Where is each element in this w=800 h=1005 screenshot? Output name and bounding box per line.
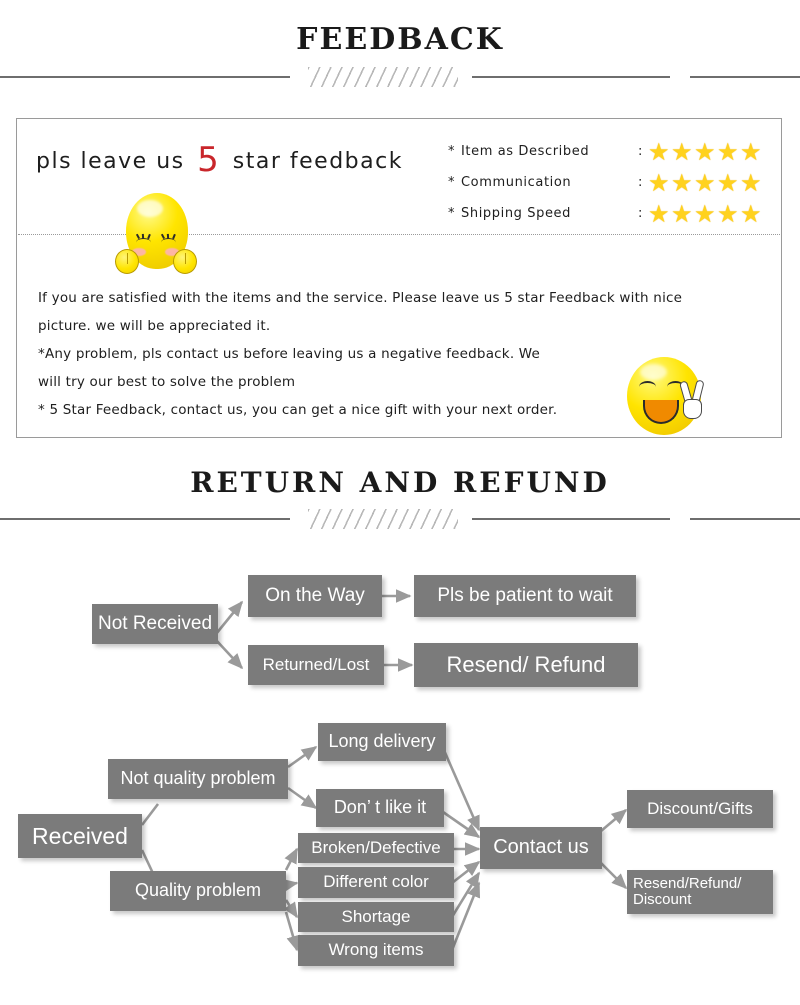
rating-bullet-icon: * xyxy=(448,175,456,190)
flow-node-not-quality-problem[interactable]: Not quality problem xyxy=(108,759,288,799)
star-icon: ★ xyxy=(740,137,763,166)
peace-smiley-highlight xyxy=(640,364,667,380)
rating-list: * Item as Described : ★ ★ ★ ★ ★ * Commun… xyxy=(448,136,778,229)
star-icon: ★ xyxy=(717,199,740,228)
star-icon: ★ xyxy=(717,168,740,197)
shy-face-emoji-left-fist xyxy=(115,249,139,274)
flow-node-dont-like-it[interactable]: Don’ t like it xyxy=(316,789,444,827)
peace-hand-palm xyxy=(683,399,702,419)
page-title-return-and-refund: RETURN AND REFUND xyxy=(190,466,610,499)
star-icon: ★ xyxy=(740,168,763,197)
shy-face-emoji-left-eyelash xyxy=(135,233,151,247)
flow-node-long-delivery[interactable]: Long delivery xyxy=(318,723,446,761)
peace-sign-smiley-emoji xyxy=(627,357,715,437)
flow-node-on-the-way[interactable]: On the Way xyxy=(248,575,382,617)
return-refund-flowchart: Not Received On the Way Pls be patient t… xyxy=(0,540,800,1005)
rating-label: Shipping Speed xyxy=(461,206,571,221)
rating-colon: : xyxy=(638,175,643,190)
divider-line-far-right xyxy=(690,518,800,520)
headline-text-before: pls leave us xyxy=(36,149,185,174)
peace-smiley-left-eye xyxy=(639,381,656,393)
flow-node-contact-us[interactable]: Contact us xyxy=(480,827,602,869)
star-icon: ★ xyxy=(740,199,763,228)
feedback-body-line: If you are satisfied with the items and … xyxy=(38,290,683,306)
rating-colon: : xyxy=(638,144,643,159)
star-icon: ★ xyxy=(648,137,671,166)
rating-bullet-icon: * xyxy=(448,144,456,159)
divider-line-right xyxy=(472,518,670,520)
star-icon: ★ xyxy=(648,199,671,228)
divider-line-left xyxy=(0,76,290,78)
flow-node-wrong-items[interactable]: Wrong items xyxy=(298,935,454,966)
rating-colon: : xyxy=(638,206,643,221)
rating-row-item-as-described: * Item as Described : ★ ★ ★ ★ ★ xyxy=(448,136,778,167)
flow-node-shortage[interactable]: Shortage xyxy=(298,902,454,932)
headline-star-count: 5 xyxy=(197,140,221,180)
star-icon: ★ xyxy=(694,199,717,228)
shy-face-emoji-right-eyelash xyxy=(160,233,176,247)
star-icon: ★ xyxy=(694,137,717,166)
rating-stars: ★ ★ ★ ★ ★ xyxy=(648,199,763,228)
shy-face-emoji-right-fist xyxy=(173,249,197,274)
rating-label: Item as Described xyxy=(461,144,590,159)
rating-row-communication: * Communication : ★ ★ ★ ★ ★ xyxy=(448,167,778,198)
flow-node-resend-refund[interactable]: Resend/ Refund xyxy=(414,643,638,687)
star-icon: ★ xyxy=(671,137,694,166)
rating-stars: ★ ★ ★ ★ ★ xyxy=(648,137,763,166)
rating-stars: ★ ★ ★ ★ ★ xyxy=(648,168,763,197)
shy-face-emoji-highlight xyxy=(137,200,163,217)
divider-hatch xyxy=(308,509,458,529)
divider-hatch xyxy=(308,67,458,87)
star-icon: ★ xyxy=(671,199,694,228)
flow-node-discount-gifts[interactable]: Discount/Gifts xyxy=(627,790,773,828)
flow-node-different-color[interactable]: Different color xyxy=(298,867,454,898)
flow-node-returned-lost[interactable]: Returned/Lost xyxy=(248,645,384,685)
rating-row-shipping-speed: * Shipping Speed : ★ ★ ★ ★ ★ xyxy=(448,198,778,229)
flow-node-received[interactable]: Received xyxy=(18,814,142,858)
flow-node-not-received[interactable]: Not Received xyxy=(92,604,218,644)
star-icon: ★ xyxy=(671,168,694,197)
flow-node-resend-refund-discount[interactable]: Resend/Refund/ Discount xyxy=(627,870,773,914)
flow-node-broken-defective[interactable]: Broken/Defective xyxy=(298,833,454,863)
star-icon: ★ xyxy=(717,137,740,166)
peace-hand-icon xyxy=(678,379,709,421)
star-icon: ★ xyxy=(648,168,671,197)
divider-line-far-right xyxy=(690,76,800,78)
flow-node-pls-be-patient-to-wait[interactable]: Pls be patient to wait xyxy=(414,575,636,617)
rating-label: Communication xyxy=(461,175,572,190)
star-icon: ★ xyxy=(694,168,717,197)
flow-node-quality-problem[interactable]: Quality problem xyxy=(110,871,286,911)
return-divider xyxy=(0,508,800,530)
feedback-divider xyxy=(0,66,800,88)
rating-bullet-icon: * xyxy=(448,206,456,221)
divider-line-left xyxy=(0,518,290,520)
feedback-headline: pls leave us 5 star feedback xyxy=(36,140,403,180)
page-title-feedback: FEEDBACK xyxy=(296,22,504,57)
shy-face-emoji xyxy=(113,193,199,277)
feedback-body-line: picture. we will be appreciated it. xyxy=(38,318,271,334)
divider-line-right xyxy=(472,76,670,78)
headline-text-after: star feedback xyxy=(232,149,403,174)
